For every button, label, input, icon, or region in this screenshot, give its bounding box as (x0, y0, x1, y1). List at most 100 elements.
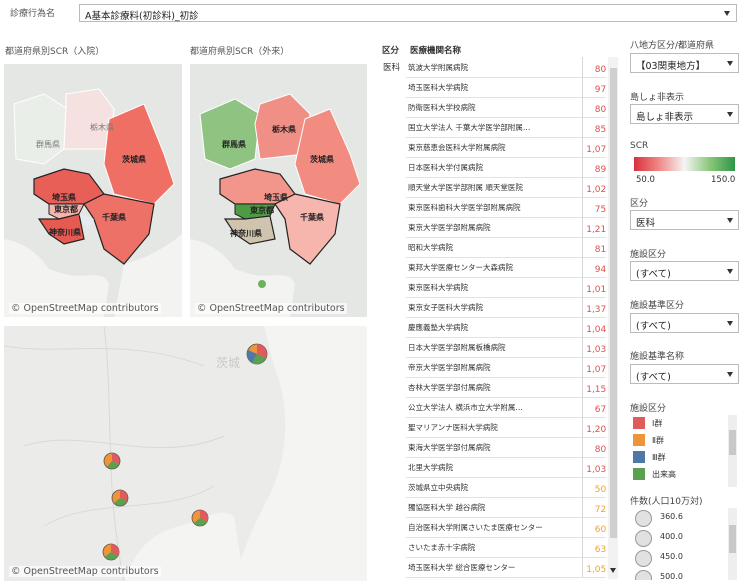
bed-count: 500床 (595, 482, 606, 495)
standard-type-select[interactable]: (すべて) (630, 313, 739, 333)
inpatient-map[interactable]: 栃木県 群馬県 茨城県 埼玉県 東京都 千葉県 神奈川県 © OpenStree… (4, 64, 182, 317)
table-row[interactable]: 東邦大学医療センター大森病院 948床 (406, 257, 606, 278)
table-row[interactable]: 日本医科大学付属病院 897床 (406, 157, 606, 178)
region-label: 八地方区分/都道府県 (630, 41, 715, 51)
facility-name: 日本医科大学付属病院 (408, 163, 483, 172)
table-row[interactable]: 筑波大学附属病院 800床 (406, 57, 606, 78)
legend-item-label: Ⅰ群 (652, 419, 663, 428)
facility-pie-5 (102, 543, 120, 561)
scr-color-scale (634, 157, 735, 171)
standard-type-label: 施設基準区分 (630, 301, 685, 311)
table-row[interactable]: 防衛医科大学校病院 800床 (406, 97, 606, 118)
table-row[interactable]: 東京医科歯科大学医学部附属病院 753床 (406, 197, 606, 218)
facility-detail-map[interactable]: 茨城 © OpenStreetMap contributors (4, 326, 367, 581)
bed-count: 815床 (595, 242, 606, 255)
facility-type-select[interactable]: (すべて) (630, 261, 739, 281)
island-select[interactable]: 島しょ非表示 (630, 104, 739, 124)
chevron-down-icon (727, 372, 733, 377)
table-row[interactable]: 東京慈恵会医科大学附属病院 1,075床 (406, 137, 606, 158)
table-row[interactable]: 東海大学医学部付属病院 804床 (406, 437, 606, 458)
bed-count: 1,217床 (586, 222, 606, 235)
legend-swatch[interactable] (633, 434, 645, 446)
table-row[interactable]: 公立大学法人 横浜市立大学附属… 674床 (406, 397, 606, 418)
bed-count-cell: 1,044床 (582, 317, 606, 337)
table-row[interactable]: 聖マリアンナ医科大学病院 1,208床 (406, 417, 606, 438)
bed-count-value: 1,037 (586, 344, 606, 355)
bed-count-cell: 674床 (582, 397, 606, 417)
bed-count-cell: 1,037床 (582, 337, 606, 357)
facility-name: 防衛医科大学校病院 (408, 103, 476, 112)
filter-label: 診療行為名 (10, 9, 56, 19)
bed-count-value: 1,379 (586, 304, 606, 315)
map-attribution[interactable]: © OpenStreetMap contributors (195, 303, 347, 314)
bed-count: 948床 (595, 262, 606, 275)
bed-count: 723床 (595, 502, 606, 515)
bed-count-value: 753 (594, 204, 606, 215)
table-row[interactable]: 東京女子医科大学病院 1,379床 (406, 297, 606, 318)
bed-count: 1,153床 (586, 382, 606, 395)
table-row[interactable]: 茨城県立中央病院 500床 (406, 477, 606, 498)
bed-count-cell: 1,078床 (582, 357, 606, 377)
facility-name: 慶應義塾大学病院 (408, 323, 468, 332)
bed-count-cell: 1,015床 (582, 277, 606, 297)
size-legend-scrollbar-thumb[interactable] (729, 525, 736, 553)
facility-pie-3 (111, 489, 129, 507)
size-legend-label: 360.6 (660, 512, 683, 521)
table-header: 区分 医療機関名称 (382, 44, 624, 56)
map-label-saitama: 埼玉県 (52, 193, 76, 202)
facility-name: 帝京大学医学部附属病院 (408, 363, 491, 372)
table-row[interactable]: さいたま赤十字病院 632床 (406, 537, 606, 558)
legend-swatch[interactable] (633, 468, 645, 480)
table-row[interactable]: 東京医科大学病院 1,015床 (406, 277, 606, 298)
bed-count: 632床 (595, 542, 606, 555)
table-row[interactable]: 昭和大学病院 815床 (406, 237, 606, 258)
bed-count: 1,020床 (586, 182, 606, 195)
inpatient-map-svg (4, 64, 182, 317)
bed-count-value: 723 (594, 504, 606, 515)
scroll-down-icon[interactable] (610, 568, 616, 573)
standard-name-select-value: (すべて) (636, 371, 671, 383)
facility-name: 国立大学法人 千葉大学医学部附属… (408, 123, 531, 132)
table-row[interactable]: 獨協医科大学 越谷病院 723床 (406, 497, 606, 518)
bed-count: 800床 (595, 62, 606, 75)
standard-name-select[interactable]: (すべて) (630, 364, 739, 384)
bed-count-cell: 972床 (582, 77, 606, 97)
region-select[interactable]: 【03関東地方】 (630, 53, 739, 73)
outpatient-map[interactable]: 栃木県 群馬県 茨城県 埼玉県 東京都 千葉県 神奈川県 © OpenStree… (190, 64, 367, 317)
table-row[interactable]: 埼玉医科大学 総合医療センター 1,053床 (406, 557, 606, 578)
bed-count-value: 1,217 (586, 224, 606, 235)
bed-count: 1,044床 (586, 322, 606, 335)
table-row[interactable]: 順天堂大学医学部附属 順天堂医院 1,020床 (406, 177, 606, 198)
kubun-select[interactable]: 医科 (630, 210, 739, 230)
table-row[interactable]: 杏林大学医学部付属病院 1,153床 (406, 377, 606, 398)
table-row[interactable]: 北里大学病院 1,033床 (406, 457, 606, 478)
map-attribution[interactable]: © OpenStreetMap contributors (9, 303, 161, 314)
bed-count-cell: 723床 (582, 497, 606, 517)
bed-count-value: 804 (594, 444, 606, 455)
table-row[interactable]: 帝京大学医学部附属病院 1,078床 (406, 357, 606, 378)
table-row[interactable]: 埼玉医科大学病院 972床 (406, 77, 606, 98)
facility-name: 聖マリアンナ医科大学病院 (408, 423, 498, 432)
bed-count-cell: 753床 (582, 197, 606, 217)
bed-count-value: 500 (594, 484, 606, 495)
bed-count: 1,075床 (586, 142, 606, 155)
bed-count-value: 632 (594, 544, 606, 555)
map-attribution[interactable]: © OpenStreetMap contributors (9, 566, 161, 577)
bed-count-cell: 1,053床 (582, 557, 606, 577)
bed-count-cell: 815床 (582, 237, 606, 257)
table-row[interactable]: 国立大学法人 千葉大学医学部附属… 850床 (406, 117, 606, 138)
facility-name: 自治医科大学附属さいたま医療センター (408, 523, 543, 532)
table-scrollbar-thumb[interactable] (610, 68, 617, 538)
table-row[interactable]: 東京大学医学部附属病院 1,217床 (406, 217, 606, 238)
facility-name: 東京医科歯科大学医学部附属病院 (408, 203, 521, 212)
table-row[interactable]: 自治医科大学附属さいたま医療センター 608床 (406, 517, 606, 538)
map-label-gunma: 群馬県 (36, 140, 60, 149)
treatment-select[interactable]: A基本診療料(初診料)_初診 (79, 4, 737, 22)
table-row[interactable]: 日本大学医学部附属板橋病院 1,037床 (406, 337, 606, 358)
kubun-select-value: 医科 (636, 217, 656, 229)
legend-swatch[interactable] (633, 417, 645, 429)
table-row[interactable]: 慶應義塾大学病院 1,044床 (406, 317, 606, 338)
legend-scrollbar-thumb[interactable] (729, 430, 736, 455)
facility-table[interactable]: 筑波大学附属病院800床埼玉医科大学病院972床防衛医科大学校病院800床国立大… (406, 57, 606, 580)
legend-swatch[interactable] (633, 451, 645, 463)
